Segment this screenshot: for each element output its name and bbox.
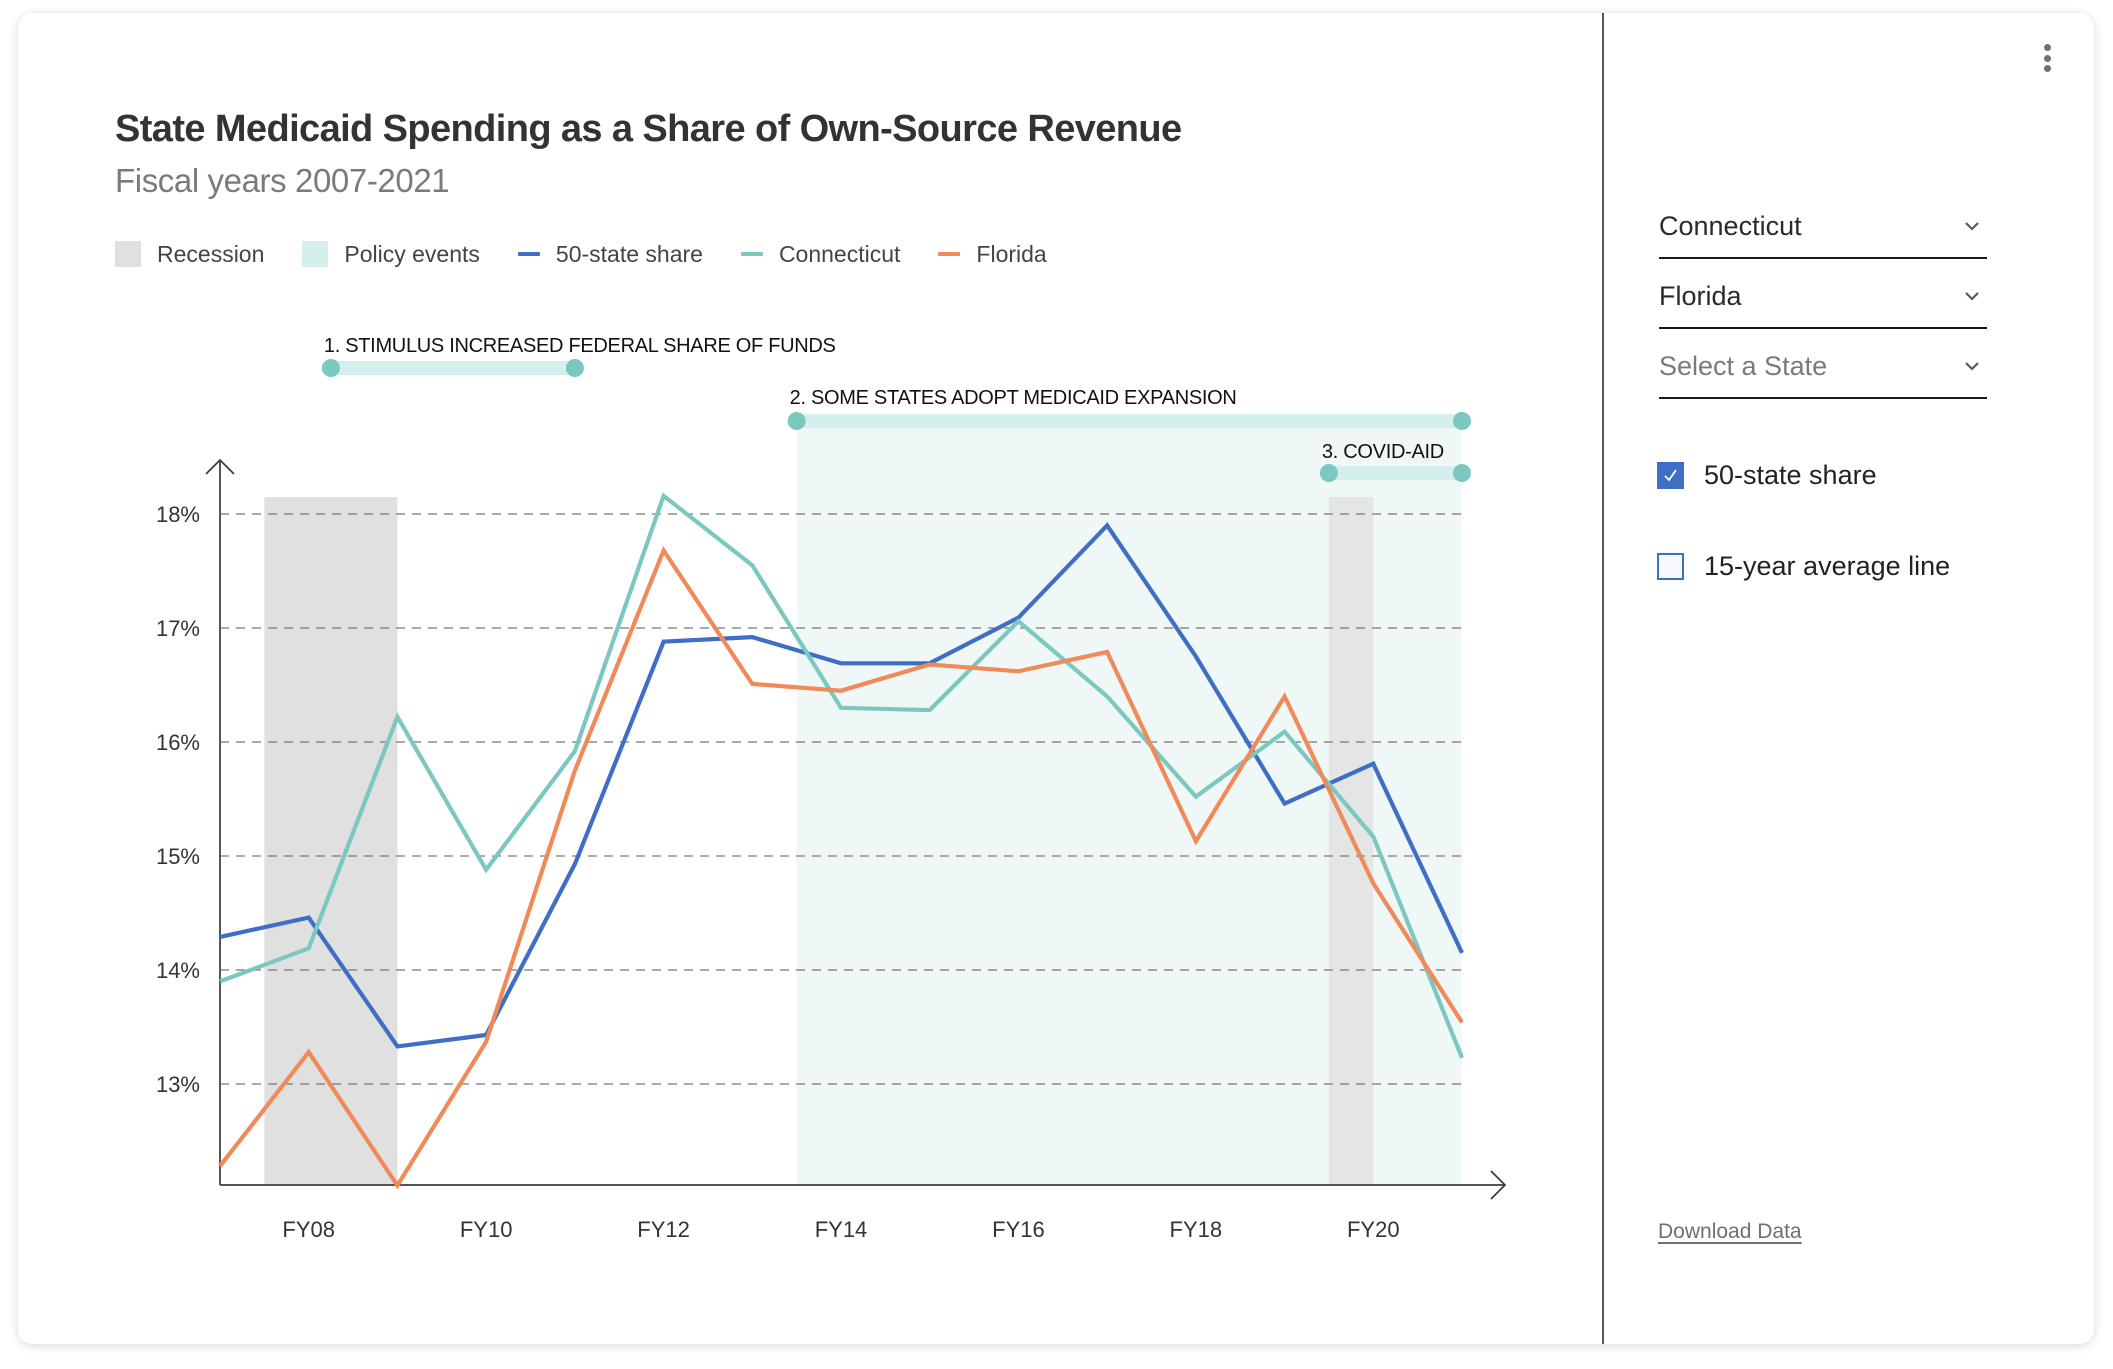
state-select-3[interactable]: Select a State — [1659, 347, 1987, 399]
policy-event-bar — [796, 414, 1462, 428]
policy-end-dot — [1453, 412, 1471, 430]
checkbox-label: 50-state share — [1704, 460, 1877, 490]
y-tick-label: 13% — [156, 1072, 200, 1097]
policy-event-bar — [1328, 466, 1462, 480]
x-tick-label: FY14 — [815, 1217, 868, 1242]
policy-end-dot — [565, 359, 584, 377]
checkbox-label: 15-year average line — [1704, 551, 1951, 581]
panel-divider — [1602, 13, 1604, 1344]
chevron-down-icon — [1965, 222, 1979, 231]
y-tick-label: 18% — [156, 502, 200, 527]
x-tick-label: FY16 — [992, 1217, 1045, 1242]
chevron-down-icon — [1965, 292, 1979, 301]
checkbox-50-state-share[interactable]: 50-state share — [1657, 460, 1877, 491]
policy-event-label: 1. STIMULUS INCREASED FEDERAL SHARE OF F… — [324, 335, 836, 357]
state-select-2[interactable]: Florida — [1659, 277, 1987, 329]
checkbox-15-year-average[interactable]: 15-year average line — [1657, 551, 1950, 582]
download-data-link[interactable]: Download Data — [1658, 1220, 1802, 1244]
checkbox-checked-icon[interactable] — [1657, 462, 1684, 489]
x-tick-label: FY18 — [1170, 1217, 1223, 1242]
policy-event-label: 2. SOME STATES ADOPT MEDICAID EXPANSION — [790, 387, 1237, 409]
y-tick-label: 16% — [156, 730, 200, 755]
policy-end-dot — [1453, 464, 1471, 482]
policy-start-dot — [321, 359, 340, 377]
state-select-value: Connecticut — [1659, 211, 1802, 241]
chevron-down-icon — [1965, 362, 1979, 371]
x-tick-label: FY10 — [460, 1217, 513, 1242]
line-chart: 1. STIMULUS INCREASED FEDERAL SHARE OF F… — [156, 335, 1507, 1242]
policy-event-label: 3. COVID-AID — [1322, 441, 1444, 463]
state-select-placeholder: Select a State — [1659, 351, 1828, 381]
y-tick-label: 17% — [156, 616, 200, 641]
state-select-value: Florida — [1659, 281, 1742, 311]
x-tick-label: FY12 — [637, 1217, 690, 1242]
kebab-dot-icon — [2043, 54, 2051, 62]
policy-event-bar — [330, 361, 575, 375]
state-select-1[interactable]: Connecticut — [1659, 207, 1987, 259]
y-tick-label: 15% — [156, 844, 200, 869]
kebab-dot-icon — [2043, 65, 2051, 72]
x-tick-label: FY08 — [282, 1217, 335, 1242]
more-options-button[interactable] — [2038, 44, 2056, 78]
kebab-dot-icon — [2043, 44, 2051, 51]
policy-start-dot — [1319, 464, 1338, 482]
checkbox-unchecked-icon[interactable] — [1657, 553, 1684, 580]
policy-start-dot — [787, 412, 806, 430]
x-tick-label: FY20 — [1347, 1217, 1400, 1242]
y-tick-label: 14% — [156, 958, 200, 983]
